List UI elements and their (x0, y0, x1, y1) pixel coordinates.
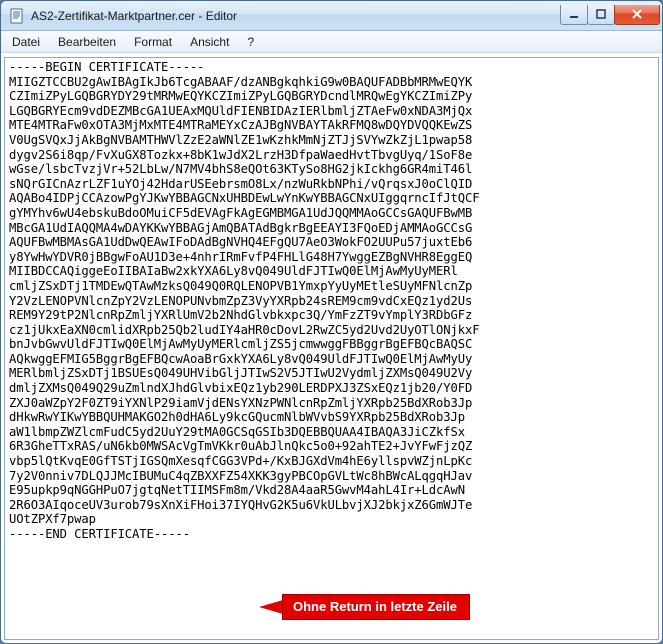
menubar: Datei Bearbeiten Format Ansicht ? (1, 31, 662, 53)
client-area: -----BEGIN CERTIFICATE----- MIIGZTCCBU2g… (1, 53, 662, 643)
editor-text[interactable]: -----BEGIN CERTIFICATE----- MIIGZTCCBU2g… (5, 58, 658, 548)
menu-view[interactable]: Ansicht (181, 31, 238, 52)
menu-help[interactable]: ? (238, 31, 263, 52)
window-title: AS2-Zertifikat-Marktpartner.cer - Editor (31, 9, 561, 23)
menu-file[interactable]: Datei (3, 31, 49, 52)
maximize-button[interactable] (587, 5, 615, 25)
close-button[interactable] (614, 5, 660, 25)
minimize-button[interactable] (560, 5, 588, 25)
window-controls (561, 5, 662, 25)
app-window: AS2-Zertifikat-Marktpartner.cer - Editor… (0, 0, 663, 644)
titlebar[interactable]: AS2-Zertifikat-Marktpartner.cer - Editor (1, 1, 662, 31)
menu-format[interactable]: Format (125, 31, 181, 52)
app-icon (9, 8, 25, 24)
editor-scroll[interactable]: -----BEGIN CERTIFICATE----- MIIGZTCCBU2g… (4, 57, 659, 640)
menu-edit[interactable]: Bearbeiten (49, 31, 125, 52)
